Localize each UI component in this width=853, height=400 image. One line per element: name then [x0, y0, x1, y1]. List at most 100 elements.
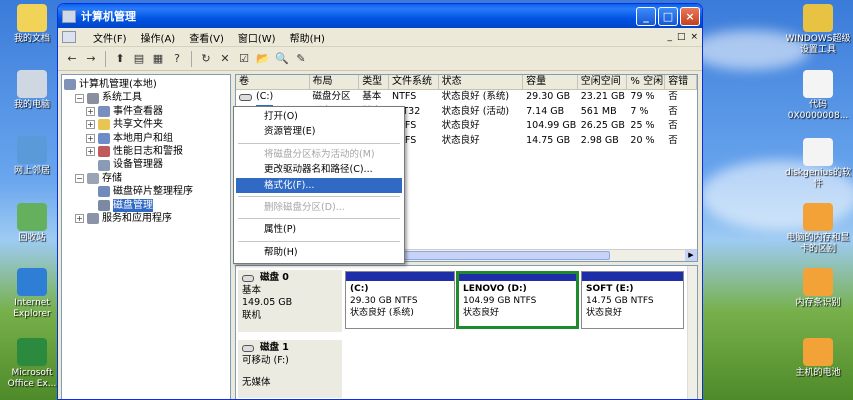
tree-item-label: 共享文件夹	[113, 119, 163, 131]
properties2-icon[interactable]: ☑	[236, 51, 252, 67]
desktop-icon-label: 我的文档	[13, 34, 50, 44]
column-header[interactable]: 类型	[359, 75, 389, 89]
context-menu-item[interactable]: 资源管理(E)	[236, 124, 402, 139]
column-header[interactable]: 文件系统	[389, 75, 439, 89]
disk-graphical-view: 磁盘 0 基本 149.05 GB 联机 (C:) 29.30 GB NTFS …	[235, 265, 698, 399]
wizard-icon[interactable]: ✎	[293, 51, 309, 67]
volume-cell: 561 MB	[580, 105, 617, 117]
context-menu-item[interactable]: 更改驱动器名和路径(C)...	[236, 162, 402, 177]
desktop-icon[interactable]: 代码 0X0000008...	[783, 70, 853, 122]
desktop-item-icon	[803, 138, 833, 166]
close-button[interactable]: ×	[680, 6, 700, 26]
desktop-icon-label: 回收站	[18, 233, 46, 243]
tree-item[interactable]: 设备管理器	[64, 158, 228, 171]
volume-cell: 状态良好	[441, 120, 480, 131]
search-icon[interactable]: 🔍	[274, 51, 290, 67]
tree-item[interactable]: + 共享文件夹	[64, 118, 228, 131]
disk0-info[interactable]: 磁盘 0 基本 149.05 GB 联机	[238, 270, 342, 332]
tree-node-icon	[98, 119, 110, 131]
open-icon[interactable]: 📂	[255, 51, 271, 67]
forward-icon[interactable]: →	[83, 51, 99, 67]
desktop-icon[interactable]: Internet Explorer	[1, 268, 63, 320]
expand-icon[interactable]: +	[86, 133, 95, 143]
column-header[interactable]: 容量	[523, 75, 578, 89]
menu-action[interactable]: 操作(A)	[134, 30, 183, 45]
partition-c[interactable]: (C:) 29.30 GB NTFS 状态良好 (系统)	[345, 271, 455, 329]
tree-item[interactable]: 计算机管理(本地)	[64, 78, 228, 91]
tree-item[interactable]: 磁盘管理	[64, 198, 228, 212]
context-menu: 打开(O) 资源管理(E) 将磁盘分区标为活动的(M) 更改驱动器名和路径(C)...…	[233, 106, 405, 264]
desktop-icon[interactable]: 我的文档	[1, 4, 63, 45]
tree-item[interactable]: + 事件查看器	[64, 105, 228, 118]
disk0-name: 磁盘 0	[260, 272, 289, 283]
column-header[interactable]: 空闲空间	[578, 75, 628, 89]
volume-row[interactable]: (C:) 磁盘分区 基本 NTFS 状态良好 (系统) 29.30 GB 23.21 GB 7…	[236, 90, 697, 105]
context-menu-item[interactable]: 打开(O)	[236, 109, 402, 124]
expand-icon[interactable]: +	[86, 147, 95, 157]
tree-item[interactable]: + 服务和应用程序	[64, 212, 228, 225]
titlebar[interactable]: 计算机管理 _ □ ×	[58, 4, 702, 28]
context-menu-item[interactable]: 格式化(F)...	[236, 177, 402, 193]
tree-item[interactable]: + 本地用户和组	[64, 132, 228, 145]
menu-file[interactable]: 文件(F)	[86, 30, 134, 45]
scroll-right-arrow[interactable]: ▶	[685, 250, 697, 261]
column-header[interactable]: 卷	[236, 75, 310, 89]
desktop-icon[interactable]: Microsoft Office Ex...	[1, 338, 63, 390]
collapse-icon[interactable]: −	[75, 173, 84, 183]
disk1-info[interactable]: 磁盘 1 可移动 (F:) 无媒体	[238, 340, 342, 398]
tree-node-icon	[98, 159, 110, 171]
window-title: 计算机管理	[81, 10, 136, 23]
collapse-icon[interactable]: −	[75, 93, 84, 103]
menu-view[interactable]: 查看(V)	[182, 30, 231, 45]
show-tree-icon[interactable]: ▤	[131, 51, 147, 67]
column-header[interactable]: % 空闲	[627, 75, 666, 89]
desktop-icon[interactable]: 内存条识别	[783, 268, 853, 309]
tree-item[interactable]: 磁盘碎片整理程序	[64, 185, 228, 198]
column-header[interactable]: 状态	[439, 75, 524, 89]
partition-title: LENOVO (D:)	[463, 284, 527, 294]
back-icon[interactable]: ←	[64, 51, 80, 67]
menu-app-icon[interactable]	[62, 31, 76, 43]
expand-icon[interactable]: +	[75, 214, 84, 224]
volume-cell: 29.30 GB	[526, 91, 571, 102]
desktop-icon-label: 主机的电池	[795, 368, 841, 378]
help-icon[interactable]: ?	[169, 51, 185, 67]
properties-icon[interactable]: ▦	[150, 51, 166, 67]
desktop-icon[interactable]: diskgenius的软件	[783, 138, 853, 190]
up-folder-icon[interactable]: ⬆	[112, 51, 128, 67]
tree-item-label: 本地用户和组	[113, 132, 173, 144]
column-header[interactable]: 布局	[310, 75, 360, 89]
tree-item[interactable]: + 性能日志和警报	[64, 145, 228, 158]
menu-window[interactable]: 窗口(W)	[231, 30, 283, 45]
menu-help[interactable]: 帮助(H)	[283, 30, 332, 45]
partition-e[interactable]: SOFT (E:) 14.75 GB NTFS 状态良好	[581, 271, 684, 329]
desktop-item-icon	[803, 338, 833, 366]
expand-icon[interactable]: +	[86, 106, 95, 116]
desktop-right-icons: WINDOWS超级设置工具代码 0X0000008... diskgenius的软…	[703, 0, 853, 400]
partition-d[interactable]: LENOVO (D:) 104.99 GB NTFS 状态良好	[456, 271, 579, 329]
child-close-button[interactable]: ×	[690, 32, 698, 42]
tree-item[interactable]: − 存储	[64, 172, 228, 185]
delete-icon[interactable]: ✕	[217, 51, 233, 67]
maximize-button[interactable]: □	[658, 6, 678, 26]
desktop-icon[interactable]: 主机的电池	[783, 338, 853, 379]
context-menu-item[interactable]: 属性(P)	[236, 222, 402, 237]
tree-item[interactable]: − 系统工具	[64, 91, 228, 104]
desktop-icon-label: 代码 0X0000008...	[787, 100, 849, 121]
minimize-button[interactable]: _	[636, 6, 656, 26]
tree-node-icon	[98, 132, 110, 144]
context-menu-item[interactable]: 帮助(H)	[236, 245, 402, 260]
desktop-icon[interactable]: 回收站	[1, 203, 63, 244]
column-header[interactable]: 容错	[665, 75, 697, 89]
menu-separator	[238, 195, 400, 197]
vertical-scrollbar[interactable]	[687, 266, 697, 399]
child-minimize-button[interactable]: _	[667, 32, 672, 42]
volume-cell: 否	[668, 91, 678, 102]
child-restore-button[interactable]: □	[677, 32, 686, 42]
expand-icon[interactable]: +	[86, 120, 95, 130]
desktop-icon[interactable]: WINDOWS超级设置工具	[783, 4, 853, 56]
refresh-icon[interactable]: ↻	[198, 51, 214, 67]
desktop-icon[interactable]: 我的电脑	[1, 70, 63, 111]
desktop-icon[interactable]: 电脑的内存和显卡的区别	[783, 203, 853, 255]
desktop-icon[interactable]: 网上邻居	[1, 136, 63, 177]
